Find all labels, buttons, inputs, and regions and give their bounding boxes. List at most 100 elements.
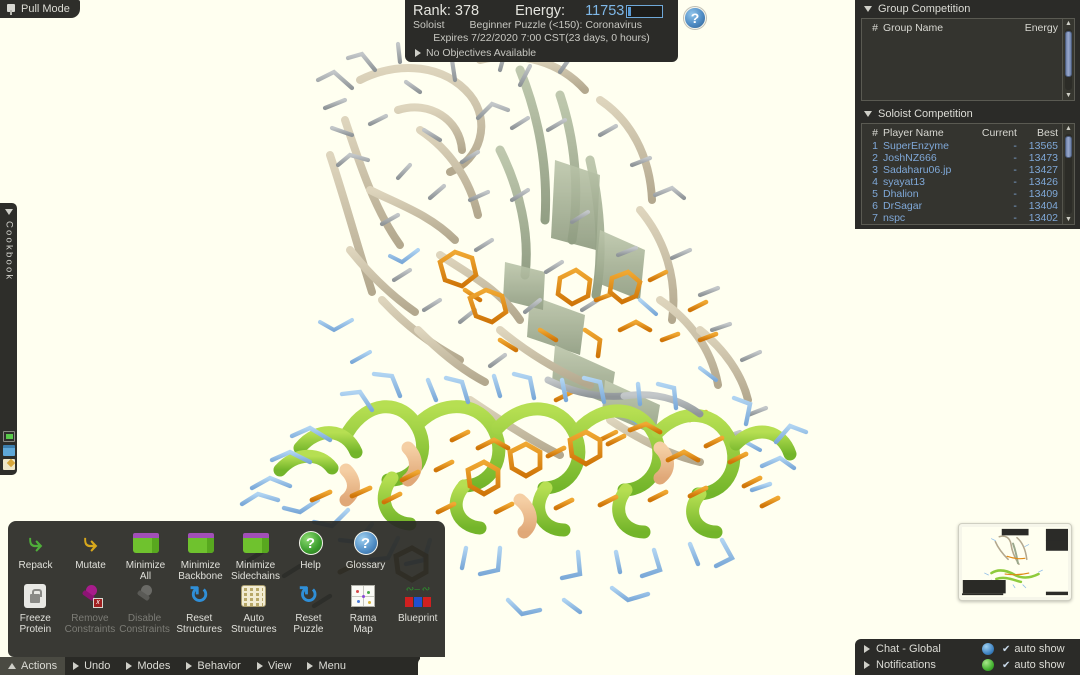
table-row[interactable]: 5Dhalion-13409 [862,188,1062,200]
table-row[interactable]: 2JoshNZ666-13473 [862,152,1062,164]
tool-minimize-backbone[interactable]: Minimize Backbone [173,529,228,582]
group-col-rank: # [862,21,882,35]
blueprint-icon: ∾–∾ [405,585,431,607]
tool-rama-map[interactable]: Rama Map [336,582,391,635]
chat-row-notifications[interactable]: Notifications✔auto show [855,657,1080,673]
tool-remove-constraints: xRemove Constraints [63,582,118,635]
cell-rank: 7 [862,212,882,224]
hud-puzzle-row: Soloist Beginner Puzzle (<150): Coronavi… [405,19,678,31]
objectives-toggle[interactable]: No Objectives Available [405,44,678,59]
cell-best: 13427 [1021,164,1062,176]
tool-minimize-all[interactable]: Minimize All [118,529,173,582]
pull-hand-icon [6,3,16,15]
table-row[interactable]: 1SuperEnzyme-13565 [862,140,1062,152]
soloist-competition-title: Soloist Competition [878,108,973,120]
puzzle-status-hud: Rank: 378 Energy: 11753 Soloist Beginner… [405,0,678,62]
rama-map-icon [351,585,375,607]
menu-actions[interactable]: Actions [0,657,65,675]
triangle-right-icon [415,49,421,57]
note-edit-icon[interactable] [3,459,15,470]
scroll-down-icon[interactable]: ▼ [1065,92,1072,99]
tool-minimize-sidechains[interactable]: Minimize Sidechains [228,529,283,582]
chat-row-chat-global[interactable]: Chat - Global✔auto show [855,641,1080,657]
scroll-up-icon[interactable]: ▲ [1065,20,1072,27]
tool-mutate[interactable]: ⤷Mutate [63,529,118,582]
soloist-leaderboard[interactable]: # Player Name Current Best 1SuperEnzyme-… [861,123,1075,225]
foldit-game-window: Pull Mode Rank: 378 Energy: 11753 Solois… [0,0,1080,675]
tool-blueprint[interactable]: ∾–∾Blueprint [390,582,445,635]
tool-disable-constraints: Disable Constraints [117,582,172,635]
pull-mode-indicator[interactable]: Pull Mode [0,0,80,18]
cookbook-panel[interactable]: Cookbook [0,203,17,475]
auto-show-checkbox[interactable]: ✔ [1002,660,1010,671]
objectives-label: No Objectives Available [426,47,536,59]
table-row[interactable]: 3Sadaharu06.jp-13427 [862,164,1062,176]
soloist-col-current: Current [973,126,1021,140]
menu-label: Menu [318,660,346,672]
pin-remove-icon: x [77,583,103,609]
group-competition-title: Group Competition [878,3,970,15]
auto-show-checkbox[interactable]: ✔ [1002,644,1010,655]
folder-icon[interactable] [3,445,15,456]
overview-minimap[interactable] [958,523,1072,601]
cell-best: 13426 [1021,176,1062,188]
cell-name: SuperEnzyme [882,140,973,152]
soloist-leaderboard-rows: 1SuperEnzyme-135652JoshNZ666-134733Sadah… [862,140,1062,224]
cell-name: nspc [882,212,973,224]
soloist-competition-header[interactable]: Soloist Competition [855,105,1080,123]
menu-label: View [268,660,292,672]
menu-undo[interactable]: Undo [65,657,118,675]
cell-best: 13409 [1021,188,1062,200]
menu-modes[interactable]: Modes [118,657,178,675]
group-leaderboard[interactable]: # Group Name Energy ▲ ▼ [861,18,1075,101]
cell-rank: 5 [862,188,882,200]
energy-value: 11753 [585,3,624,19]
tool-glossary[interactable]: ? Glossary [338,529,393,582]
cookbook-icon-group [3,431,15,470]
script-icon[interactable] [3,431,15,442]
tool-reset-structures[interactable]: ↻Reset Structures [172,582,227,635]
scroll-down-icon[interactable]: ▼ [1065,216,1072,223]
table-row[interactable]: 6DrSagar-13404 [862,200,1062,212]
tool-label: Minimize Backbone [178,560,222,582]
cell-rank: 4 [862,176,882,188]
green-dot-icon [982,659,994,671]
scroll-thumb [1065,136,1072,158]
group-col-energy: Energy [996,21,1062,35]
menu-view[interactable]: View [249,657,300,675]
group-scrollbar[interactable]: ▲ ▼ [1062,19,1074,100]
menu-behavior[interactable]: Behavior [178,657,248,675]
scroll-thumb [1065,31,1072,77]
tool-reset-puzzle[interactable]: ↻Reset Puzzle [281,582,336,635]
blue-question-icon: ? [354,531,378,555]
scroll-track[interactable] [1065,134,1072,214]
cell-rank: 1 [862,140,882,152]
tool-auto-structures[interactable]: Auto Structures [227,582,282,635]
scroll-up-icon[interactable]: ▲ [1065,125,1072,132]
triangle-right-icon [864,645,870,653]
group-leaderboard-table: # Group Name Energy [862,21,1062,35]
tool-freeze-protein[interactable]: Freeze Protein [8,582,63,635]
soloist-scrollbar[interactable]: ▲ ▼ [1062,124,1074,224]
group-competition-header[interactable]: Group Competition [855,0,1080,18]
table-row[interactable]: 7nspc-13402 [862,212,1062,224]
energy-label: Energy: [515,3,565,19]
help-button[interactable]: ? [684,7,706,29]
tool-label: Mutate [75,560,106,571]
triangle-down-icon[interactable] [5,209,13,215]
table-row[interactable]: 4syayat13-13426 [862,176,1062,188]
scroll-track[interactable] [1065,29,1072,90]
tool-repack[interactable]: ⤷Repack [8,529,63,582]
tool-label: Glossary [346,560,385,571]
tool-label: Disable Constraints [119,613,170,635]
tool-label: Minimize Sidechains [231,560,280,582]
menu-menu[interactable]: Menu [299,657,354,675]
refresh-icon: ↻ [189,584,209,608]
soloist-col-name: Player Name [882,126,973,140]
triangle-up-icon [8,663,16,669]
tool-help[interactable]: ?Help [283,529,338,582]
cell-name: Sadaharu06.jp [882,164,973,176]
lock-icon [24,584,46,608]
competition-panels: Group Competition # Group Name Energy ▲ [855,0,1080,229]
actions-toolbar: ⤷Repack⤷MutateMinimize AllMinimize Backb… [8,521,445,657]
